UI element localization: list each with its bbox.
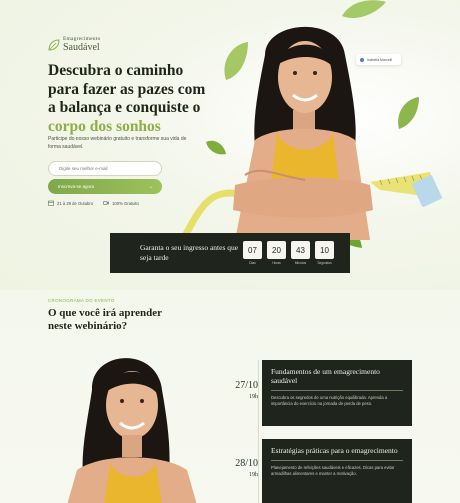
session-date: 28/10 19h [235,458,258,478]
countdown-value: 43 [291,241,310,259]
timeline-divider [258,360,259,503]
session-hour: 19h [249,394,258,400]
headline-accent: corpo dos sonhos [48,117,161,135]
hero-subtitle: Participe do nosso webinário gratuito e … [48,136,187,150]
email-input[interactable] [48,161,162,176]
countdown-value: 10 [315,241,334,259]
video-icon [103,201,109,205]
countdown-banner: Garanta o seu ingresso antes que seja ta… [110,233,350,273]
leaf-logo-icon [48,39,60,51]
session-title: Fundamentos de um emagrecimento saudável [271,367,380,385]
session-day: 28/10 [235,458,258,469]
hero-woman-photo [233,26,373,240]
agenda-woman-photo [67,358,197,503]
session-hour: 19h [249,472,258,478]
headline-line: para fazer as pazes com [48,80,206,98]
name-tag-text: Isabella Marcelli [367,57,393,62]
countdown-minutes: 43 Minutos [291,241,310,265]
countdown-label: Minutos [294,261,307,265]
countdown-value: 07 [243,241,262,259]
event-price-text: 100% Gratuito [112,200,139,206]
arrow-right-icon: → [148,184,154,189]
session-description: Descubra os segredos de uma nutrição equ… [271,395,388,406]
headline-line: a balança e conquiste o [48,99,201,116]
event-meta: 21 à 29 de Outubro 100% Gratuito [48,200,139,206]
session-card[interactable]: Estratégias práticas para o emagreciment… [262,439,412,503]
countdown-label: Dias [249,261,256,265]
countdown-hours: 20 Horas [267,241,286,265]
countdown-label: Horas [272,261,281,265]
countdown-days: 07 Dias [243,241,262,265]
countdown-timer: 07 Dias 20 Horas 43 Minutos 10 Segundos [243,241,334,265]
session-card[interactable]: Fundamentos de um emagrecimento saudável… [262,360,412,426]
headline-line: Descubra o caminho [48,62,184,79]
event-dates-text: 21 à 29 de Outubro [57,200,94,206]
subscribe-button-label: Inscreva-se agora [58,184,95,189]
event-dates: 21 à 29 de Outubro [48,200,93,206]
name-tag-badge: Isabella Marcelli [356,54,401,65]
session-date: 27/10 19h [235,380,258,400]
countdown-text: Garanta o seu ingresso antes que seja ta… [140,242,239,263]
leaf-decoration [398,97,419,129]
countdown-seconds: 10 Segundos [315,241,334,265]
countdown-label: Segundos [317,261,332,265]
event-price: 100% Gratuito [103,200,139,206]
session-day: 27/10 [235,380,258,391]
brand-name: Saudável [63,41,100,53]
session-description: Planejamento de refeições saudáveis e ef… [271,465,395,476]
session-title: Estratégias práticas para o emagreciment… [271,446,398,455]
status-dot-icon [360,57,364,62]
card-divider [271,390,403,391]
agenda-title: O que você irá aprender neste webinário? [48,307,162,332]
brand-logo[interactable]: Emagrecimento Saudável [48,36,100,53]
agenda-kicker: CRONOGRAMA DO EVENTO [48,298,115,303]
subscribe-button[interactable]: Inscreva-se agora → [48,179,162,194]
calendar-icon [48,200,54,206]
hero-headline: Descubra o caminho para fazer as pazes c… [48,62,208,136]
card-divider [271,460,403,461]
countdown-value: 20 [267,241,286,259]
